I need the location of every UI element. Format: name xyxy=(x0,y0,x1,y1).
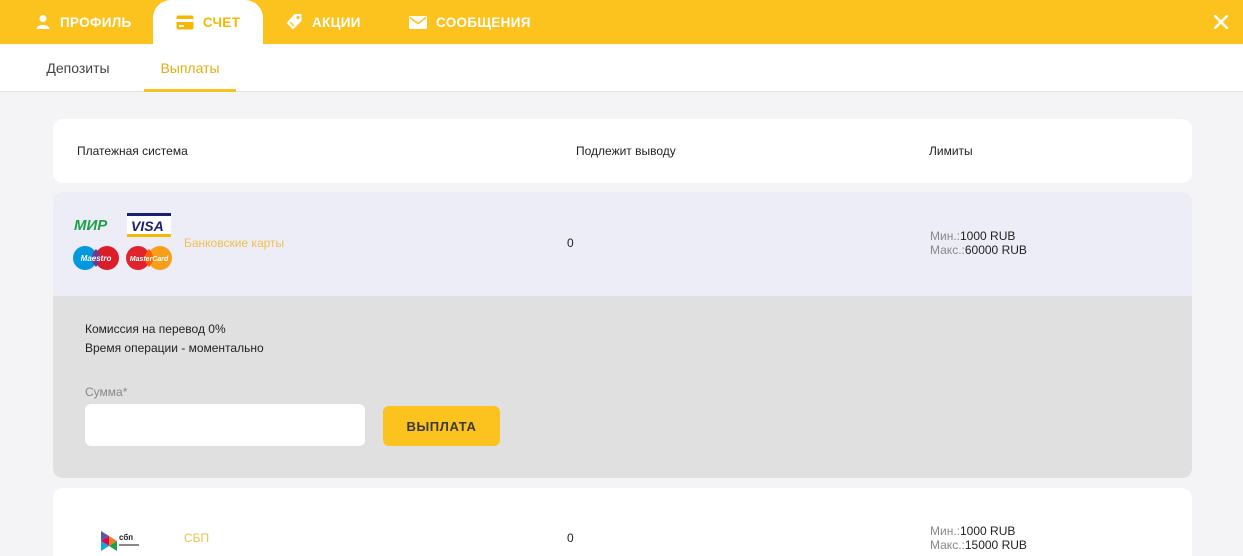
payment-system-name[interactable]: Банковские карты xyxy=(184,236,284,250)
commission-text: Комиссия на перевод 0% xyxy=(85,322,226,336)
sum-input[interactable] xyxy=(85,404,365,446)
amount-to-withdraw: 0 xyxy=(567,236,574,250)
max-label: Макс.: xyxy=(930,243,965,257)
tab-profile[interactable]: ПРОФИЛЬ xyxy=(35,0,132,44)
sub-navigation: Депозиты Выплаты xyxy=(0,44,1243,92)
mastercard-logo-text: MasterCard xyxy=(130,256,169,263)
tab-profile-label: ПРОФИЛЬ xyxy=(60,14,132,30)
mastercard-logo: MasterCard xyxy=(126,246,172,270)
tab-messages[interactable]: СООБЩЕНИЯ xyxy=(409,0,531,44)
operation-time-text: Время операции - моментально xyxy=(85,341,264,355)
tab-account[interactable]: СЧЕТ xyxy=(153,0,263,44)
tab-promotions-label: АКЦИИ xyxy=(312,14,361,30)
table-header: Платежная система Подлежит выводу Лимиты xyxy=(53,119,1192,183)
header-limits: Лимиты xyxy=(929,144,973,158)
amount-to-withdraw: 0 xyxy=(567,531,574,545)
close-icon[interactable] xyxy=(1207,8,1235,36)
sbp-logo: сбп xyxy=(99,529,147,553)
limits: Мин.:1000 RUB Макс.:60000 RUB xyxy=(930,229,1027,257)
mir-logo-text: МИР xyxy=(74,217,108,234)
maestro-logo-text: Maestro xyxy=(81,254,112,263)
max-value: 15000 RUB xyxy=(964,538,1027,552)
visa-logo: VISA xyxy=(127,213,171,237)
tab-promotions[interactable]: АКЦИИ xyxy=(285,0,361,44)
tag-icon xyxy=(285,13,303,31)
subtab-deposits[interactable]: Депозиты xyxy=(32,44,124,92)
payment-system-name[interactable]: СБП xyxy=(184,531,209,545)
envelope-icon xyxy=(409,15,427,29)
maestro-logo: Maestro xyxy=(73,246,119,270)
sbp-logo-text: сбп xyxy=(119,533,133,542)
top-navigation-bar: ПРОФИЛЬ СЧЕТ АКЦИИ СООБЩЕНИЯ xyxy=(0,0,1243,44)
max-value: 60000 RUB xyxy=(964,243,1027,257)
user-icon xyxy=(35,14,51,30)
max-label: Макс.: xyxy=(930,538,965,552)
min-label: Мин.: xyxy=(930,229,960,243)
card-logos: МИР VISA Maestro MasterCard xyxy=(73,212,175,276)
visa-logo-text: VISA xyxy=(131,218,164,234)
tab-messages-label: СООБЩЕНИЯ xyxy=(436,14,531,30)
sum-label: Сумма* xyxy=(85,385,128,399)
wallet-icon xyxy=(176,15,194,30)
header-payment-system: Платежная система xyxy=(77,144,188,158)
tab-account-label: СЧЕТ xyxy=(202,14,241,30)
mir-logo: МИР xyxy=(74,217,108,234)
min-value: 1000 RUB xyxy=(960,229,1016,243)
limits: Мин.:1000 RUB Макс.:15000 RUB xyxy=(930,524,1027,552)
payout-button[interactable]: ВЫПЛАТА xyxy=(383,406,500,446)
table-row-sbp[interactable]: сбп СБП 0 Мин.:1000 RUB Макс.:15000 RUB xyxy=(53,488,1192,556)
subtab-payouts[interactable]: Выплаты xyxy=(144,44,236,92)
table-row-bank-cards[interactable]: МИР VISA Maestro MasterCard Банковские к… xyxy=(53,192,1192,296)
min-label: Мин.: xyxy=(930,524,960,538)
header-amount-to-withdraw: Подлежит выводу xyxy=(576,144,676,158)
min-value: 1000 RUB xyxy=(960,524,1016,538)
